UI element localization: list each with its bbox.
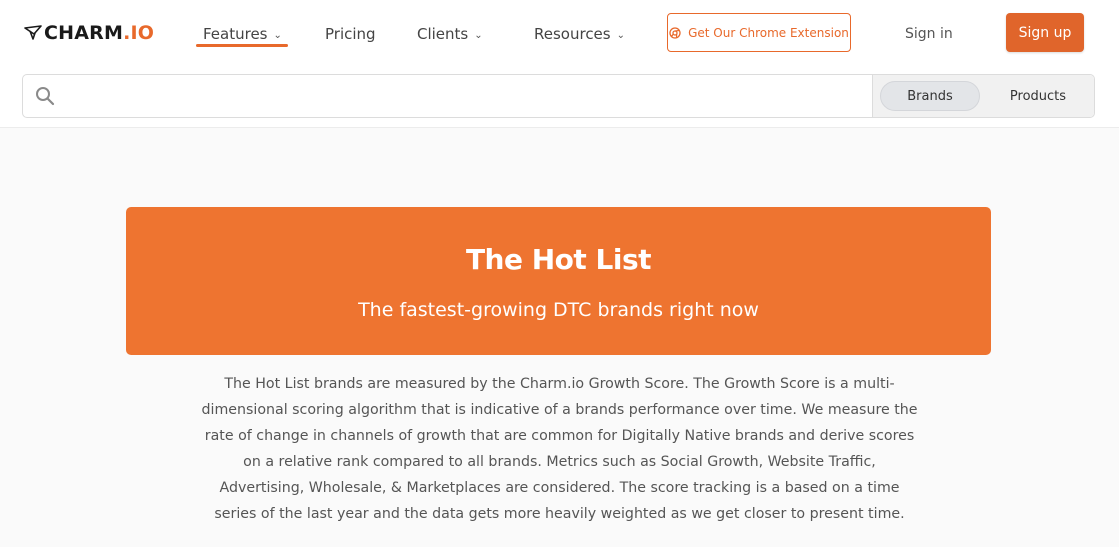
charm-logo[interactable]: CHARM.IO <box>24 20 154 46</box>
hot-list-banner: The Hot List The fastest-growing DTC bra… <box>126 207 991 355</box>
bird-logo-icon <box>24 25 42 40</box>
chevron-down-icon: ⌄ <box>273 29 282 41</box>
toggle-brands[interactable]: Brands <box>880 81 980 111</box>
chevron-down-icon: ⌄ <box>474 29 483 41</box>
nav-item-label: Clients <box>417 25 469 43</box>
nav-item-pricing[interactable]: Pricing <box>325 22 376 46</box>
search-bar: Brands Products <box>22 74 1095 118</box>
search-type-toggle: Brands Products <box>872 75 1094 117</box>
nav-item-label: Features <box>203 25 268 43</box>
nav-item-clients[interactable]: Clients ⌄ <box>417 22 483 46</box>
nav-item-resources[interactable]: Resources ⌄ <box>534 22 625 46</box>
nav-item-label: Resources <box>534 25 611 43</box>
chrome-extension-label: Get Our Chrome Extension <box>688 25 849 40</box>
active-nav-underline <box>196 44 288 47</box>
nav-item-features[interactable]: Features ⌄ <box>203 22 282 46</box>
top-navigation-bar: CHARM.IO Features ⌄ Pricing Clients ⌄ Re… <box>0 0 1119 128</box>
sign-in-link[interactable]: Sign in <box>905 22 953 46</box>
toggle-products[interactable]: Products <box>988 81 1088 111</box>
search-field-container[interactable] <box>23 75 872 117</box>
page-title: The Hot List <box>465 243 652 276</box>
logo-suffix: .IO <box>123 22 155 44</box>
nav-item-label: Pricing <box>325 25 376 43</box>
search-icon <box>36 87 55 106</box>
logo-name: CHARM <box>44 22 124 44</box>
page-subtitle: The fastest-growing DTC brands right now <box>358 299 759 321</box>
growth-score-description: The Hot List brands are measured by the … <box>201 376 918 522</box>
chrome-extension-button[interactable]: Get Our Chrome Extension <box>667 13 851 52</box>
search-input[interactable] <box>55 75 872 117</box>
sign-up-button[interactable]: Sign up <box>1006 13 1084 52</box>
chrome-icon <box>669 26 681 39</box>
logo-wordmark: CHARM.IO <box>44 22 154 44</box>
chevron-down-icon: ⌄ <box>616 29 625 41</box>
